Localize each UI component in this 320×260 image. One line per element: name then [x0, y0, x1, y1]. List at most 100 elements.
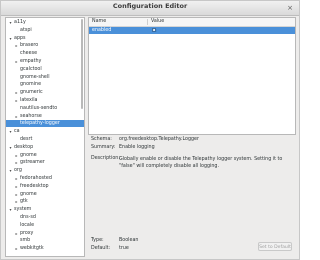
keys-list[interactable]: Name Value enabled ☑	[88, 17, 296, 135]
tree-item-label: dns-sd	[20, 215, 36, 220]
tree-item-label: proxy	[20, 230, 34, 236]
tree-item-empathy[interactable]: ▸ empathy	[6, 58, 84, 65]
tree-item-gnomine[interactable]: gnomine	[6, 81, 84, 88]
set-to-default-button[interactable]: Set to Default	[258, 242, 292, 251]
tree-item-label: desrt	[20, 137, 33, 142]
collapsed-arrow-icon[interactable]: ▸	[14, 152, 19, 159]
collapsed-arrow-icon[interactable]: ▸	[14, 113, 19, 120]
keys-header: Name Value	[89, 18, 295, 27]
tree-item-dns-sd[interactable]: dns-sd	[6, 214, 84, 221]
description-label: Description:	[91, 156, 120, 161]
tree-item-gtk[interactable]: ▸ gtk	[6, 198, 84, 205]
expanded-arrow-icon[interactable]: ▾	[8, 167, 13, 174]
tree-item-label: gcalctool	[20, 66, 42, 72]
key-details: Schema: org.freedesktop.Telepathy.Logger…	[88, 137, 296, 257]
name-column-header[interactable]: Name	[92, 18, 106, 26]
default-value: true	[119, 246, 129, 251]
collapsed-arrow-icon[interactable]: ▸	[14, 42, 19, 49]
tree-item-gnome[interactable]: ▸ gnome	[6, 191, 84, 198]
tree-item-gnumeric[interactable]: ▸ gnumeric	[6, 89, 84, 96]
tree-item-label: gnomine	[20, 82, 42, 88]
collapsed-arrow-icon[interactable]: ▸	[14, 58, 19, 65]
tree-item-label: gstreamer	[20, 160, 45, 166]
schema-label: Schema:	[91, 137, 112, 142]
window-title: Configuration Editor	[112, 2, 188, 10]
tree-item-gnome[interactable]: ▸ gnome	[6, 152, 84, 159]
tree-item-label: gnome	[20, 191, 37, 197]
tree-item-proxy[interactable]: ▸ proxy	[6, 230, 84, 237]
tree-item-label: desktop	[14, 144, 34, 150]
key-name: enabled	[92, 28, 112, 33]
tree-item-desktop[interactable]: ▾ desktop	[6, 144, 84, 151]
collapsed-arrow-icon[interactable]: ▸	[14, 159, 19, 166]
tree-item-gnome-shell[interactable]: gnome-shell	[6, 74, 84, 81]
key-row-enabled[interactable]: enabled ☑	[89, 27, 295, 34]
tree-item-label: smb	[20, 238, 31, 244]
tree-item-label: seahorse	[20, 113, 42, 119]
tree-item-gstreamer[interactable]: ▸ gstreamer	[6, 159, 84, 166]
tree-item-label: locale	[20, 222, 35, 228]
expanded-arrow-icon[interactable]: ▾	[8, 19, 13, 26]
expanded-arrow-icon[interactable]: ▾	[8, 128, 13, 135]
tree-item-label: atspi	[20, 27, 32, 33]
collapsed-arrow-icon[interactable]: ▸	[14, 97, 19, 104]
tree-item-label: system	[14, 207, 32, 213]
close-icon[interactable]: ×	[286, 4, 294, 12]
tree-item-desrt[interactable]: desrt	[6, 136, 84, 143]
collapsed-arrow-icon[interactable]: ▸	[14, 175, 19, 182]
tree-item-nautilus-sendto[interactable]: nautilus-sendto	[6, 105, 84, 112]
title-bar[interactable]: Configuration Editor ×	[1, 1, 299, 16]
tree-item-ca[interactable]: ▾ ca	[6, 128, 84, 135]
type-label: Type:	[91, 238, 104, 243]
value-checkbox[interactable]: ☑	[152, 28, 157, 33]
collapsed-arrow-icon[interactable]: ▸	[14, 89, 19, 96]
tree-item-label: gnome-shell	[20, 74, 50, 80]
tree-item-label: org	[14, 168, 22, 174]
tree-item-telepathy-logger[interactable]: telepathy-logger	[6, 120, 84, 128]
tree-item-org[interactable]: ▾ org	[6, 167, 84, 174]
expanded-arrow-icon[interactable]: ▾	[8, 35, 13, 42]
tree-item-label: gnome	[20, 152, 37, 158]
configuration-editor-window: Configuration Editor × ▾ a11y atspi ▾ apps ▸ b…	[0, 0, 300, 260]
tree-item-seahorse[interactable]: ▸ seahorse	[6, 113, 84, 120]
tree-item-gcalctool[interactable]: gcalctool	[6, 66, 84, 73]
tree-item-label: apps	[14, 35, 26, 41]
tree-item-latexila[interactable]: ▸ latexila	[6, 97, 84, 104]
tree-item-label: a11y	[14, 20, 26, 25]
collapsed-arrow-icon[interactable]: ▸	[14, 191, 19, 198]
tree-item-cheese[interactable]: cheese	[6, 50, 84, 57]
collapsed-arrow-icon[interactable]: ▸	[14, 230, 19, 237]
tree-item-label: fedorahosted	[20, 176, 52, 181]
tree-item-label: freedesktop	[20, 183, 49, 189]
tree-item-label: nautilus-sendto	[20, 105, 58, 111]
column-separator	[147, 19, 148, 25]
tree-item-label: cheese	[20, 51, 38, 57]
summary-label: Summary:	[91, 145, 116, 150]
tree-item-label: gtk	[20, 199, 28, 205]
tree-item-brasero[interactable]: ▸ brasero	[6, 42, 84, 49]
tree-item-a11y[interactable]: ▾ a11y	[6, 19, 84, 26]
tree-item-label: telepathy-logger	[20, 121, 60, 127]
collapsed-arrow-icon[interactable]: ▸	[14, 198, 19, 205]
value-column-header[interactable]: Value	[151, 18, 164, 26]
collapsed-arrow-icon[interactable]: ▸	[14, 245, 19, 252]
tree-item-fedorahosted[interactable]: ▸ fedorahosted	[6, 175, 84, 182]
tree-item-system[interactable]: ▾ system	[6, 206, 84, 213]
tree-item-webkitgtk[interactable]: ▸ webkitgtk	[6, 245, 84, 252]
schema-tree[interactable]: ▾ a11y atspi ▾ apps ▸ brasero cheese ▸ empathy gca…	[5, 17, 85, 257]
tree-item-freedesktop[interactable]: ▸ freedesktop	[6, 183, 84, 190]
type-value: Boolean	[119, 238, 139, 243]
summary-value: Enable logging	[119, 145, 155, 150]
tree-item-label: empathy	[20, 59, 42, 64]
expanded-arrow-icon[interactable]: ▾	[8, 144, 13, 151]
tree-item-apps[interactable]: ▾ apps	[6, 35, 84, 42]
tree-item-atspi[interactable]: atspi	[6, 27, 84, 34]
tree-item-label: latexila	[20, 98, 38, 103]
tree-item-smb[interactable]: smb	[6, 237, 84, 244]
collapsed-arrow-icon[interactable]: ▸	[14, 183, 19, 190]
expanded-arrow-icon[interactable]: ▾	[8, 206, 13, 213]
tree-item-locale[interactable]: locale	[6, 222, 84, 229]
tree-item-label: brasero	[20, 43, 39, 49]
tree-item-label: ca	[14, 129, 20, 135]
tree-item-label: gnumeric	[20, 90, 43, 96]
